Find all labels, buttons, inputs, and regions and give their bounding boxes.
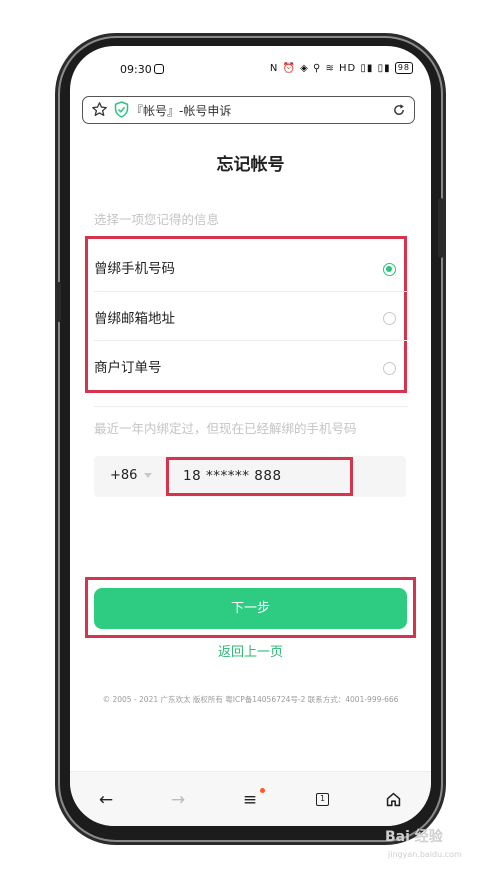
- option-order-radio[interactable]: [383, 362, 396, 375]
- notification-icon: [154, 64, 164, 74]
- tabs-icon[interactable]: 1: [316, 793, 329, 806]
- shield-check-icon: [114, 101, 129, 118]
- section-hint: 选择一项您记得的信息: [94, 212, 220, 227]
- phone-highlight-box: [166, 457, 353, 496]
- next-step-button[interactable]: 下一步: [94, 588, 407, 629]
- phone-side-button-left: [57, 282, 61, 322]
- option-order-label[interactable]: 商户订单号: [94, 356, 162, 376]
- phone-side-button: [438, 198, 443, 258]
- watermark-url: jingyan.baidu.com: [388, 850, 462, 859]
- reload-icon[interactable]: [392, 103, 406, 117]
- divider: [94, 291, 408, 292]
- divider: [94, 340, 408, 341]
- chevron-down-icon[interactable]: [144, 473, 152, 478]
- option-email-radio[interactable]: [383, 312, 396, 325]
- back-link[interactable]: 返回上一页: [70, 641, 431, 660]
- footer-copyright: © 2005 - 2021 广东欢太 版权所有 粤ICP备14056724号-2…: [102, 695, 399, 704]
- star-icon[interactable]: [91, 101, 108, 118]
- home-icon[interactable]: [385, 791, 402, 808]
- menu-icon[interactable]: ≡: [239, 790, 261, 810]
- option-phone-label[interactable]: 曾绑手机号码: [94, 257, 175, 277]
- phone-hint: 最近一年内绑定过，但现在已经解绑的手机号码: [94, 421, 357, 436]
- status-icons: N ⏰ ◈ ⚲ ≋ HD ▯▮ ▯▮ 98: [270, 62, 413, 74]
- forward-arrow-icon[interactable]: →: [167, 790, 189, 810]
- watermark-logo: Bai 经验: [385, 829, 443, 845]
- back-arrow-icon[interactable]: ←: [95, 790, 117, 810]
- notification-dot: [260, 788, 265, 793]
- country-code[interactable]: +86: [110, 468, 137, 483]
- phone-screen: 09:30 N ⏰ ◈ ⚲ ≋ HD ▯▮ ▯▮ 98 『帐号』-帐号申诉 忘记…: [70, 46, 431, 826]
- battery-icon: 98: [394, 62, 413, 74]
- status-icons-text: N ⏰ ◈ ⚲ ≋ HD ▯▮ ▯▮: [269, 63, 391, 74]
- page-url-title[interactable]: 『帐号』-帐号申诉: [131, 102, 231, 119]
- option-phone-radio[interactable]: [383, 263, 396, 276]
- status-time: 09:30: [120, 63, 152, 76]
- option-email-label[interactable]: 曾绑邮箱地址: [94, 307, 175, 327]
- page-title: 忘记帐号: [216, 155, 285, 175]
- divider: [94, 406, 408, 407]
